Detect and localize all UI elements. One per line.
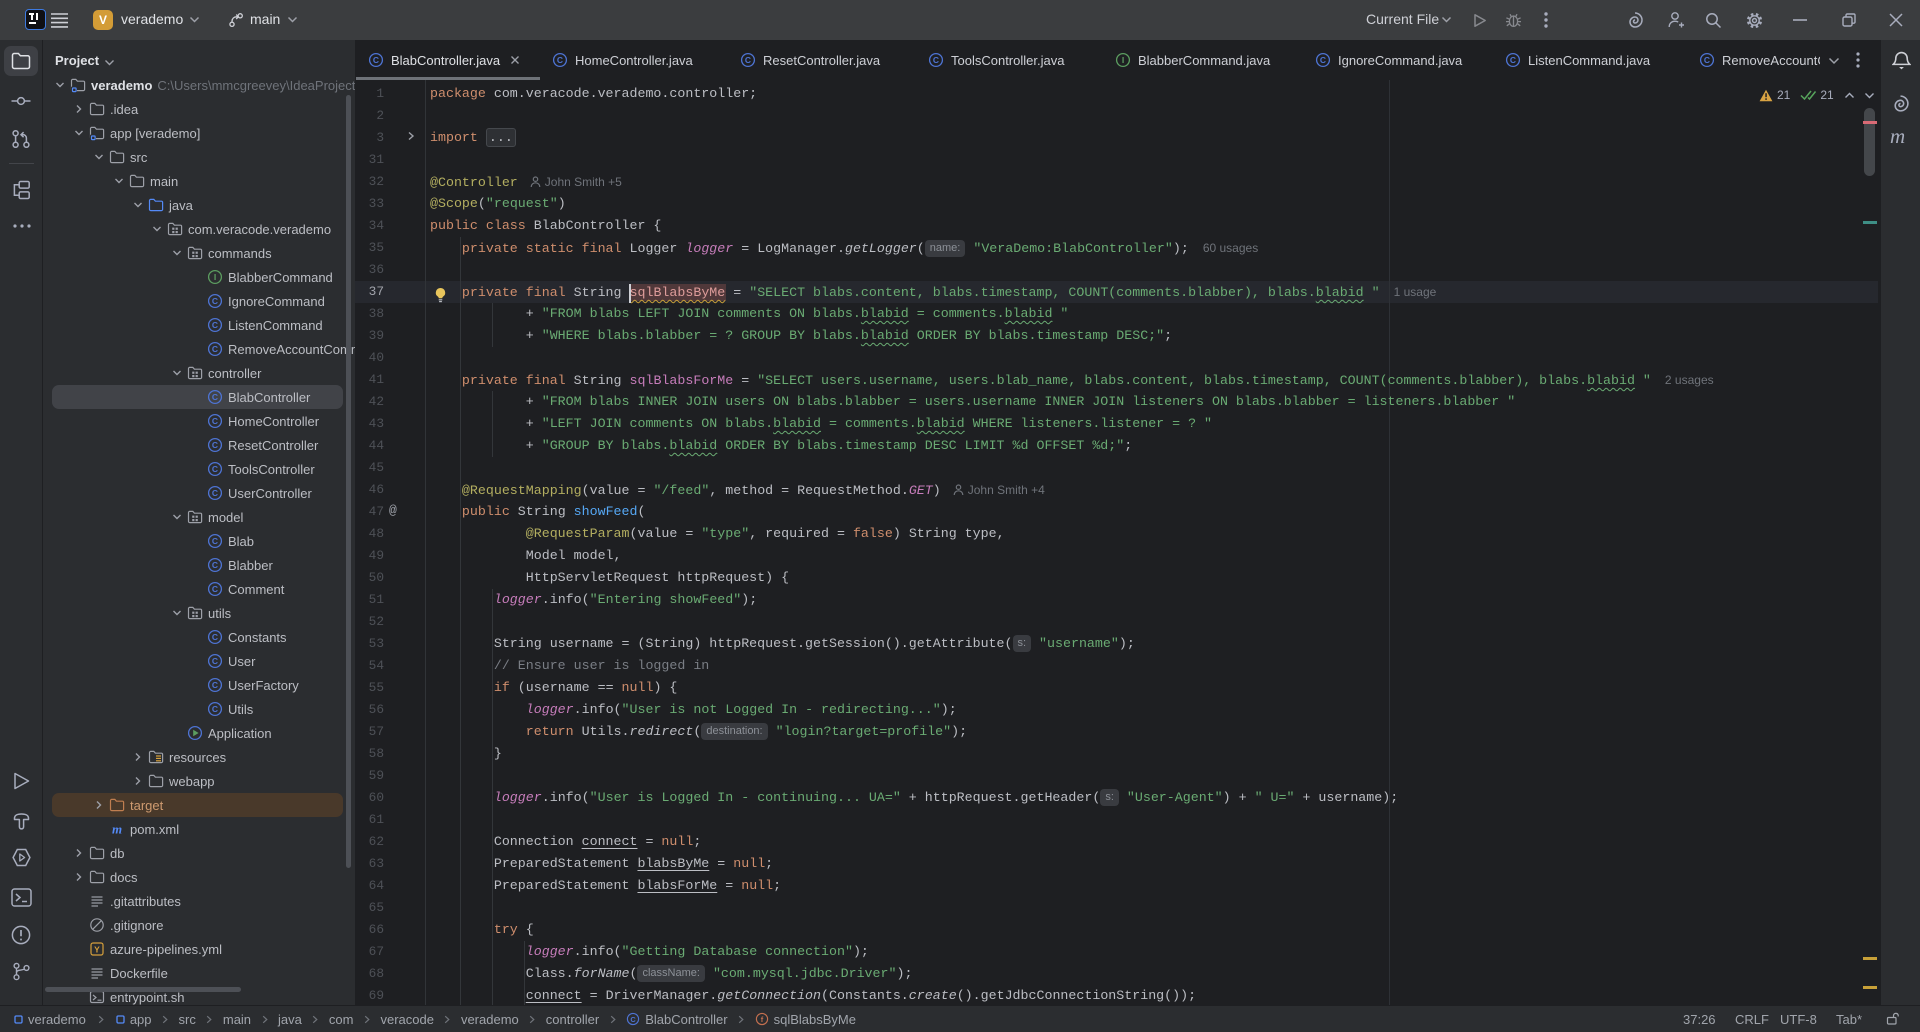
svg-text:C: C — [212, 704, 218, 714]
svg-text:C: C — [212, 656, 218, 666]
svg-text:I: I — [214, 272, 216, 282]
svg-text:C: C — [557, 55, 563, 65]
svg-text:C: C — [745, 55, 751, 65]
svg-text:C: C — [212, 296, 218, 306]
svg-text:C: C — [631, 1015, 637, 1024]
svg-text:C: C — [1510, 55, 1516, 65]
svg-text:C: C — [212, 344, 218, 354]
svg-text:f: f — [760, 1015, 763, 1024]
svg-text:C: C — [212, 440, 218, 450]
svg-text:m: m — [112, 822, 122, 837]
svg-text:C: C — [212, 320, 218, 330]
svg-text:C: C — [212, 416, 218, 426]
svg-text:I: I — [1122, 55, 1124, 65]
svg-text:C: C — [1704, 55, 1710, 65]
svg-text:C: C — [212, 488, 218, 498]
svg-text:C: C — [212, 560, 218, 570]
svg-text:C: C — [212, 584, 218, 594]
svg-text:C: C — [933, 55, 939, 65]
svg-text:C: C — [212, 632, 218, 642]
svg-text:C: C — [373, 55, 379, 65]
svg-text:C: C — [212, 680, 218, 690]
svg-text:Y: Y — [94, 945, 100, 955]
svg-text:C: C — [1320, 55, 1326, 65]
svg-text:C: C — [212, 536, 218, 546]
svg-text:C: C — [212, 464, 218, 474]
svg-text:C: C — [212, 392, 218, 402]
